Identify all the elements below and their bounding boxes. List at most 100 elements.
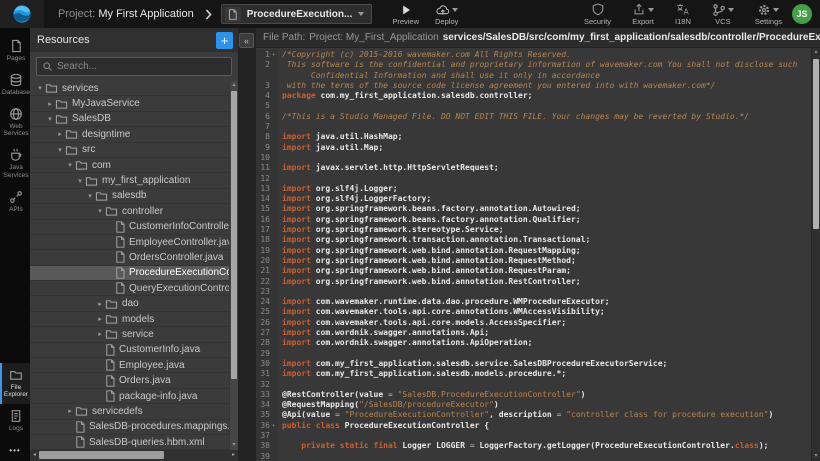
tree-item-controller[interactable]: ▾controller — [30, 204, 238, 219]
code-line-10[interactable]: 10 — [256, 153, 811, 163]
horizontal-scroll-thumb[interactable] — [39, 451, 164, 459]
tree-chevron-icon[interactable]: ▾ — [65, 161, 75, 169]
tree-item-src[interactable]: ▾src — [30, 143, 238, 158]
tree-chevron-icon[interactable]: ▾ — [95, 207, 105, 215]
settings-button[interactable]: Settings — [751, 2, 786, 26]
code-line-12[interactable]: 12 — [256, 174, 811, 184]
rail-item-apis[interactable]: APIs — [0, 185, 30, 219]
tree-item-salesdb[interactable]: ▾salesdb — [30, 189, 238, 204]
fold-arrow-icon[interactable]: ▾ — [270, 50, 277, 60]
tree-item-models[interactable]: ▸models — [30, 312, 238, 327]
code-line-14[interactable]: 14import org.slf4j.LoggerFactory; — [256, 194, 811, 204]
code-line-21[interactable]: 21import org.springframework.web.bind.an… — [256, 266, 811, 276]
user-avatar[interactable]: JS — [792, 4, 812, 24]
vertical-scroll-thumb[interactable] — [813, 59, 819, 229]
tree-item-service[interactable]: ▸service — [30, 327, 238, 342]
tree-chevron-icon[interactable]: ▸ — [95, 330, 105, 338]
code-line-27[interactable]: 27import com.wordnik.swagger.annotations… — [256, 328, 811, 338]
code-line-31[interactable]: 31import com.my_first_application.salesd… — [256, 369, 811, 379]
code-line-30[interactable]: 30import com.my_first_application.salesd… — [256, 359, 811, 369]
tree-item-procedureexecutioncontroller-java[interactable]: ProcedureExecutionController.java — [30, 266, 238, 281]
security-button[interactable]: Security — [580, 2, 615, 26]
search-input[interactable] — [57, 61, 226, 72]
code-line-16[interactable]: 16import org.springframework.beans.facto… — [256, 215, 811, 225]
tree-item-customerinfo-java[interactable]: CustomerInfo.java — [30, 343, 238, 358]
tree-chevron-icon[interactable]: ▸ — [95, 300, 105, 308]
code-line-28[interactable]: 28import com.wordnik.swagger.annotations… — [256, 338, 811, 348]
tree-item-salesdb[interactable]: ▾SalesDB — [30, 112, 238, 127]
code-line-36[interactable]: 36▾public class ProcedureExecutionContro… — [256, 421, 811, 431]
tree-item-orders-java[interactable]: Orders.java — [30, 373, 238, 388]
tree-chevron-icon[interactable]: ▾ — [75, 177, 85, 185]
tree-chevron-icon[interactable]: ▾ — [55, 146, 65, 154]
code-line-20[interactable]: 20import org.springframework.web.bind.an… — [256, 256, 811, 266]
code-line-25[interactable]: 25import com.wavemaker.tools.api.core.an… — [256, 307, 811, 317]
code-line-23[interactable]: 23 — [256, 287, 811, 297]
tree-item-services[interactable]: ▾services — [30, 81, 238, 96]
code-line-34[interactable]: 34@RequestMapping("/SalesDB/procedureExe… — [256, 400, 811, 410]
code-line-1[interactable]: 1▾/*Copyright (c) 2015-2016 wavemaker.co… — [256, 50, 811, 60]
i18n-button[interactable]: AI18N — [671, 2, 695, 26]
code-line-24[interactable]: 24import com.wavemaker.runtime.data.dao.… — [256, 297, 811, 307]
code-line-13[interactable]: 13import org.slf4j.Logger; — [256, 184, 811, 194]
rail-item-databases[interactable]: Databases — [0, 68, 30, 102]
code-line-8[interactable]: 8import java.util.HashMap; — [256, 132, 811, 142]
wavemaker-logo[interactable] — [0, 0, 44, 28]
code-line-17[interactable]: 17import org.springframework.stereotype.… — [256, 225, 811, 235]
scroll-left-icon[interactable]: ◂ — [30, 450, 39, 461]
vcs-button[interactable]: VCS — [708, 2, 738, 26]
tree-item-employee-java[interactable]: Employee.java — [30, 358, 238, 373]
tree-chevron-icon[interactable]: ▸ — [55, 130, 65, 138]
code-line-32[interactable]: 32 — [256, 380, 811, 390]
scroll-up-icon[interactable]: ▴ — [230, 81, 238, 90]
code-line-35[interactable]: 35@Api(value = "ProcedureExecutionContro… — [256, 410, 811, 420]
tree-item-my-first-application[interactable]: ▾my_first_application — [30, 173, 238, 188]
deploy-button[interactable]: Deploy — [431, 2, 462, 26]
scroll-down-icon[interactable]: ▾ — [812, 452, 820, 461]
code-line-9[interactable]: 9import java.util.Map; — [256, 143, 811, 153]
code-line-37[interactable]: 37 — [256, 431, 811, 441]
collapse-panel-button[interactable]: « — [239, 33, 254, 48]
tree-chevron-icon[interactable]: ▸ — [65, 407, 75, 415]
tree-item-servicedefs[interactable]: ▸servicedefs — [30, 404, 238, 419]
rail-more-button[interactable]: ••• — [0, 438, 30, 461]
tree-item-dao[interactable]: ▸dao — [30, 296, 238, 311]
scroll-right-icon[interactable]: ▸ — [229, 450, 238, 461]
tree-item-designtime[interactable]: ▸designtime — [30, 127, 238, 142]
code-line-19[interactable]: 19import org.springframework.web.bind.an… — [256, 246, 811, 256]
fold-arrow-icon[interactable]: ▾ — [270, 421, 277, 431]
code-line-38[interactable]: 38 private static final Logger LOGGER = … — [256, 441, 811, 451]
add-resource-button[interactable]: + — [216, 32, 233, 49]
scroll-down-icon[interactable]: ▾ — [230, 441, 238, 450]
tree-chevron-icon[interactable]: ▸ — [95, 315, 105, 323]
preview-button[interactable]: Preview — [388, 2, 423, 26]
code-line-6[interactable]: 6/*This is a Studio Managed File. DO NOT… — [256, 112, 811, 122]
code-line-39[interactable]: 39 — [256, 452, 811, 461]
tree-item-salesdb-procedures-mappings-json[interactable]: SalesDB-procedures.mappings.json — [30, 420, 238, 435]
tree-item-customerinfocontroller-java[interactable]: CustomerInfoController.java — [30, 220, 238, 235]
tree-item-myjavaservice[interactable]: ▸MyJavaService — [30, 96, 238, 111]
scroll-up-icon[interactable]: ▴ — [812, 48, 820, 57]
code-line-wrap[interactable]: Confidential Information and shall use i… — [256, 71, 811, 81]
code-area[interactable]: 1▾/*Copyright (c) 2015-2016 wavemaker.co… — [256, 48, 820, 461]
tree-chevron-icon[interactable]: ▾ — [45, 115, 55, 123]
tree-item-queryexecutioncontroller-java[interactable]: QueryExecutionController.java — [30, 281, 238, 296]
code-line-33[interactable]: 33@RestController(value = "SalesDB.Proce… — [256, 390, 811, 400]
tree-item-package-info-java[interactable]: package-info.java — [30, 389, 238, 404]
rail-item-java-services[interactable]: Java Services — [0, 143, 30, 185]
code-line-18[interactable]: 18import org.springframework.transaction… — [256, 235, 811, 245]
open-file-dropdown[interactable]: ProcedureExecution... — [221, 4, 373, 24]
code-line-7[interactable]: 7 — [256, 122, 811, 132]
code-line-5[interactable]: 5 — [256, 101, 811, 111]
code-line-11[interactable]: 11import javax.servlet.http.HttpServletR… — [256, 163, 811, 173]
rail-item-pages[interactable]: Pages — [0, 34, 30, 68]
vertical-scroll-thumb[interactable] — [231, 91, 237, 379]
code-line-3[interactable]: 3 with the terms of the source code lice… — [256, 81, 811, 91]
code-line-29[interactable]: 29 — [256, 349, 811, 359]
code-line-26[interactable]: 26import com.wavemaker.tools.api.core.mo… — [256, 318, 811, 328]
rail-item-web-services[interactable]: Web Services — [0, 102, 30, 144]
tree-item-com[interactable]: ▾com — [30, 158, 238, 173]
tree-item-salesdb-queries-hbm-xml[interactable]: SalesDB-queries.hbm.xml — [30, 435, 238, 450]
tree-chevron-icon[interactable]: ▾ — [85, 192, 95, 200]
code-line-2[interactable]: 2 This software is the confidential and … — [256, 60, 811, 70]
